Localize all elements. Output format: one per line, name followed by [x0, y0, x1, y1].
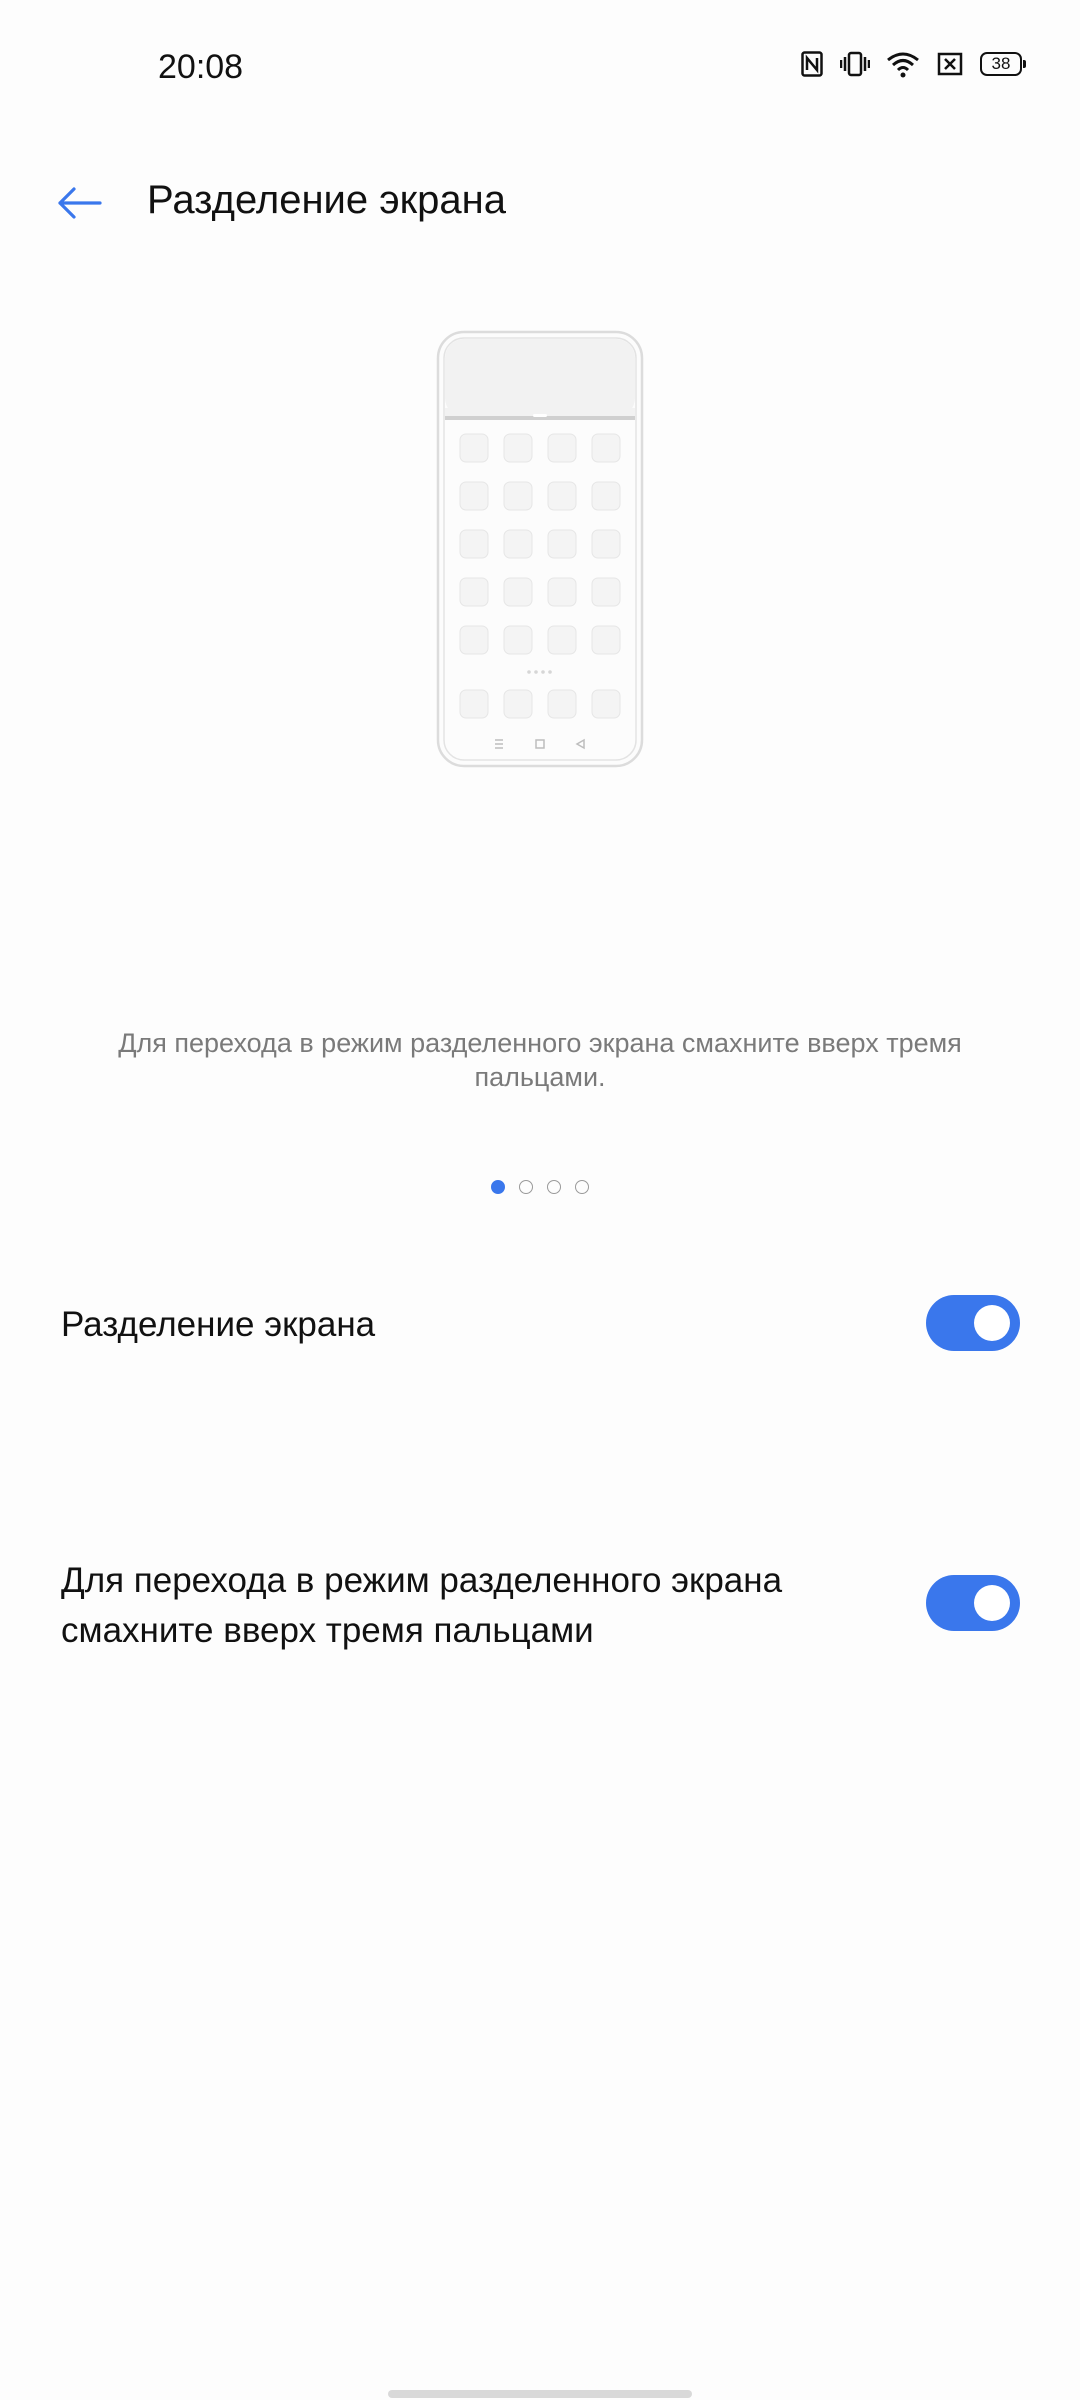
status-icons: 38	[800, 50, 1026, 78]
three-finger-swipe-toggle[interactable]	[926, 1575, 1020, 1631]
page-dot-4[interactable]	[575, 1180, 589, 1194]
page-dot-1[interactable]	[491, 1180, 505, 1194]
split-screen-toggle[interactable]	[926, 1295, 1020, 1351]
toggle-knob	[974, 1305, 1010, 1341]
sim-error-icon	[936, 51, 964, 77]
toggle-knob	[974, 1585, 1010, 1621]
nfc-icon	[800, 50, 824, 78]
phone-split-screen-illustration	[436, 330, 644, 768]
battery-icon: 38	[980, 52, 1026, 76]
split-screen-row[interactable]: Разделение экрана	[0, 1260, 1080, 1392]
caption-text: Для перехода в режим разделенного экрана…	[118, 1028, 962, 1092]
page-indicator	[0, 1180, 1080, 1194]
vibrate-icon	[840, 50, 870, 78]
settings-list: Разделение экрана Для перехода в режим р…	[0, 1260, 1080, 1650]
app-bar: Разделение экрана	[0, 150, 1080, 260]
wifi-icon	[886, 50, 920, 78]
three-finger-swipe-label: Для перехода в режим разделенного экрана…	[61, 1561, 783, 1650]
page-dot-3[interactable]	[547, 1180, 561, 1194]
home-indicator[interactable]	[388, 2390, 692, 2398]
battery-level: 38	[991, 54, 1011, 73]
back-button[interactable]	[52, 178, 106, 232]
arrow-left-icon	[56, 186, 102, 225]
page-title: Разделение экрана	[147, 178, 506, 222]
status-bar: 20:08 38	[0, 0, 1080, 140]
page-dot-2[interactable]	[519, 1180, 533, 1194]
split-screen-label: Разделение экрана	[61, 1305, 376, 1344]
status-time: 20:08	[158, 48, 244, 86]
three-finger-swipe-row[interactable]: Для перехода в режим разделенного экрана…	[0, 1392, 1080, 1650]
